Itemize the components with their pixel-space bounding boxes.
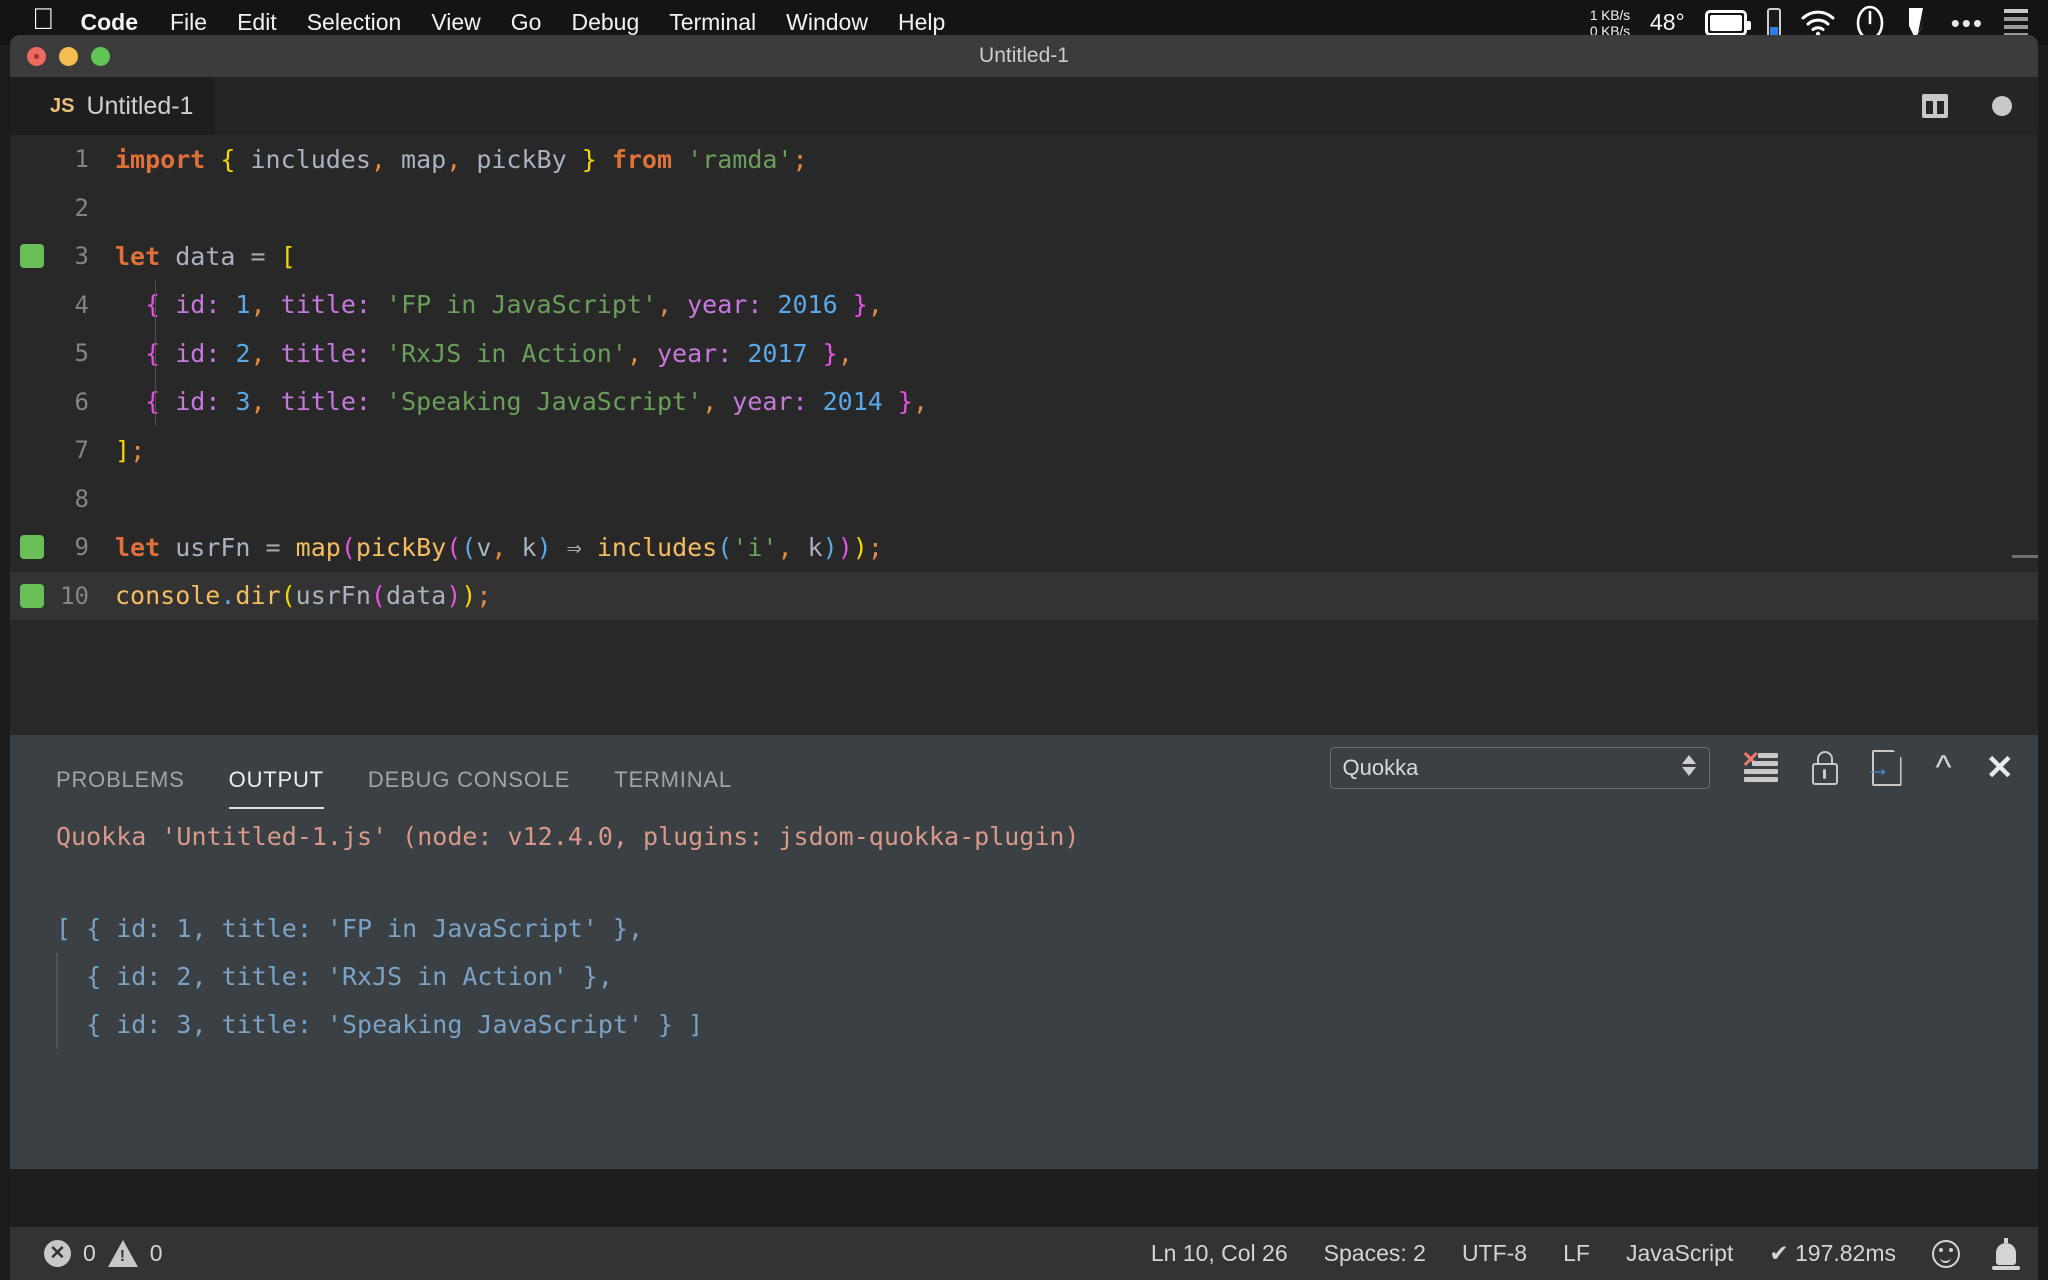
panel-tab-terminal[interactable]: TERMINAL (614, 767, 732, 809)
line-number: 2 (74, 193, 89, 222)
network-upload-speed: 1 KB/s (1589, 6, 1630, 23)
editor-tab-actions (1922, 77, 2012, 135)
javascript-file-icon: JS (50, 94, 75, 117)
panel-tab-debug-console[interactable]: DEBUG CONSOLE (368, 767, 570, 809)
status-bar-problems[interactable]: ✕ 0 0 (44, 1240, 163, 1267)
bottom-panel: PROBLEMS OUTPUT DEBUG CONSOLE TERMINAL Quok… (10, 735, 2038, 1169)
code-line-10[interactable]: 10 console.dir(usrFn(data)); (10, 571, 2038, 620)
close-panel-icon[interactable]: ✕ (1986, 751, 2015, 785)
line-number: 6 (74, 387, 89, 416)
encoding[interactable]: UTF-8 (1462, 1240, 1527, 1267)
quokka-gutter-marker (20, 244, 44, 269)
window-title-bar: Untitled-1 (10, 35, 2038, 77)
code-line-5[interactable]: 5 { id: 2, title: 'RxJS in Action', year… (10, 329, 2038, 378)
quokka-gutter-marker (20, 535, 44, 560)
code-line-2[interactable]: 2 (10, 184, 2038, 233)
temperature-indicator[interactable]: 48° (1650, 9, 1685, 36)
status-bar: ✕ 0 0 Ln 10, Col 26 Spaces: 2 UTF-8 LF J… (10, 1227, 2038, 1280)
code-line-text: { id: 2, title: 'RxJS in Action', year: … (145, 338, 853, 368)
editor-tab-label: Untitled-1 (86, 91, 194, 120)
line-number: 7 (74, 436, 89, 465)
code-line-text: { id: 3, title: 'Speaking JavaScript', y… (145, 387, 928, 417)
end-of-line[interactable]: LF (1563, 1240, 1590, 1267)
code-line-8[interactable]: 8 (10, 475, 2038, 524)
status-bar-right-items: Ln 10, Col 26 Spaces: 2 UTF-8 LF JavaScr… (1151, 1237, 2020, 1270)
menu-item-debug[interactable]: Debug (571, 9, 639, 36)
code-line-9[interactable]: 9 let usrFn = map(pickBy((v, k) ⇒ include… (10, 523, 2038, 572)
apple-logo-icon[interactable]:  (32, 4, 55, 35)
menu-item-edit[interactable]: Edit (237, 9, 277, 36)
error-icon: ✕ (44, 1240, 71, 1267)
line-number: 4 (74, 290, 89, 319)
scrollbar-decoration (2012, 555, 2038, 558)
code-line-4[interactable]: 4 { id: 1, title: 'FP in JavaScript', ye… (10, 280, 2038, 329)
menu-item-go[interactable]: Go (511, 9, 542, 36)
output-channel-value: Quokka (1342, 755, 1419, 780)
code-line-text: ]; (115, 435, 146, 465)
quokka-gutter-marker (20, 583, 44, 608)
indentation[interactable]: Spaces: 2 (1324, 1240, 1426, 1267)
warning-icon (107, 1240, 138, 1267)
output-header-line: Quokka 'Untitled-1.js' (node: v12.4.0, p… (56, 822, 1080, 851)
lock-scroll-icon[interactable] (1811, 751, 1838, 785)
editor-tab-untitled-1[interactable]: JS Untitled-1 (10, 77, 216, 135)
phone-battery-icon[interactable] (1766, 7, 1781, 38)
code-line-text: let usrFn = map(pickBy((v, k) ⇒ includes… (115, 532, 883, 562)
vscode-window: Untitled-1 JS Untitled-1 1 import { inclu… (10, 35, 2038, 1280)
menu-item-terminal[interactable]: Terminal (669, 9, 756, 36)
line-number: 1 (74, 145, 89, 174)
code-line-3[interactable]: 3 let data = [ (10, 232, 2038, 281)
list-icon[interactable] (2004, 8, 2028, 37)
output-line: { id: 3, title: 'Speaking JavaScript' } … (56, 1010, 704, 1039)
editor-tab-bar: JS Untitled-1 (10, 77, 2038, 135)
panel-tab-output[interactable]: OUTPUT (228, 767, 325, 809)
language-mode[interactable]: JavaScript (1626, 1240, 1733, 1267)
indent-guide (155, 280, 156, 329)
code-line-text: { id: 1, title: 'FP in JavaScript', year… (145, 290, 883, 320)
panel-toolbar: Quokka ✕ → ^ ✕ (1329, 747, 2015, 789)
split-editor-icon[interactable] (1922, 94, 1948, 118)
menu-item-code[interactable]: Code (81, 9, 139, 36)
line-number: 8 (74, 484, 89, 513)
maximize-panel-icon[interactable]: ^ (1936, 751, 1952, 785)
unsaved-dot-icon[interactable] (1992, 96, 2012, 116)
wifi-icon[interactable] (1801, 10, 1835, 36)
menu-item-help[interactable]: Help (898, 9, 945, 36)
network-speed-indicator[interactable]: 1 KB/s 0 KB/s (1590, 7, 1630, 39)
error-count: 0 (83, 1240, 96, 1266)
output-line: { id: 2, title: 'RxJS in Action' }, (56, 962, 613, 991)
panel-tab-problems[interactable]: PROBLEMS (56, 767, 185, 809)
menu-item-file[interactable]: File (170, 9, 207, 36)
output-line: [ { id: 1, title: 'FP in JavaScript' }, (56, 914, 643, 943)
menu-item-selection[interactable]: Selection (307, 9, 402, 36)
menu-item-view[interactable]: View (431, 9, 480, 36)
code-line-6[interactable]: 6 { id: 3, title: 'Speaking JavaScript',… (10, 377, 2038, 426)
line-number: 5 (74, 339, 89, 368)
code-line-1[interactable]: 1 import { includes, map, pickBy } from '… (10, 135, 2038, 184)
warning-count: 0 (149, 1240, 163, 1266)
notification-bell-icon[interactable] (1992, 1237, 2020, 1270)
display-icon[interactable] (1704, 9, 1751, 36)
cursor-position[interactable]: Ln 10, Col 26 (1151, 1240, 1288, 1267)
code-editor[interactable]: 1 import { includes, map, pickBy } from '… (10, 135, 2038, 735)
open-in-editor-icon[interactable]: → (1866, 750, 1902, 786)
output-channel-select[interactable]: Quokka (1329, 747, 1710, 789)
code-line-text: import { includes, map, pickBy } from 'r… (115, 144, 808, 174)
code-line-text: console.dir(usrFn(data)); (115, 581, 492, 611)
output-indent-guide (56, 953, 58, 1049)
menu-item-window[interactable]: Window (786, 9, 868, 36)
quokka-runtime[interactable]: ✔ 197.82ms (1769, 1240, 1896, 1267)
code-line-text: let data = [ (115, 241, 296, 271)
indent-guide (155, 329, 156, 378)
indent-guide (155, 377, 156, 426)
clear-output-icon[interactable]: ✕ (1742, 749, 1778, 783)
ellipsis-icon[interactable]: ••• (1951, 10, 1984, 36)
window-title: Untitled-1 (979, 44, 1069, 67)
chevron-updown-icon (1681, 755, 1696, 776)
code-line-7[interactable]: 7]; (10, 426, 2038, 475)
output-content[interactable]: Quokka 'Untitled-1.js' (node: v12.4.0, p… (10, 809, 2038, 1049)
feedback-smiley-icon[interactable] (1932, 1239, 1960, 1268)
